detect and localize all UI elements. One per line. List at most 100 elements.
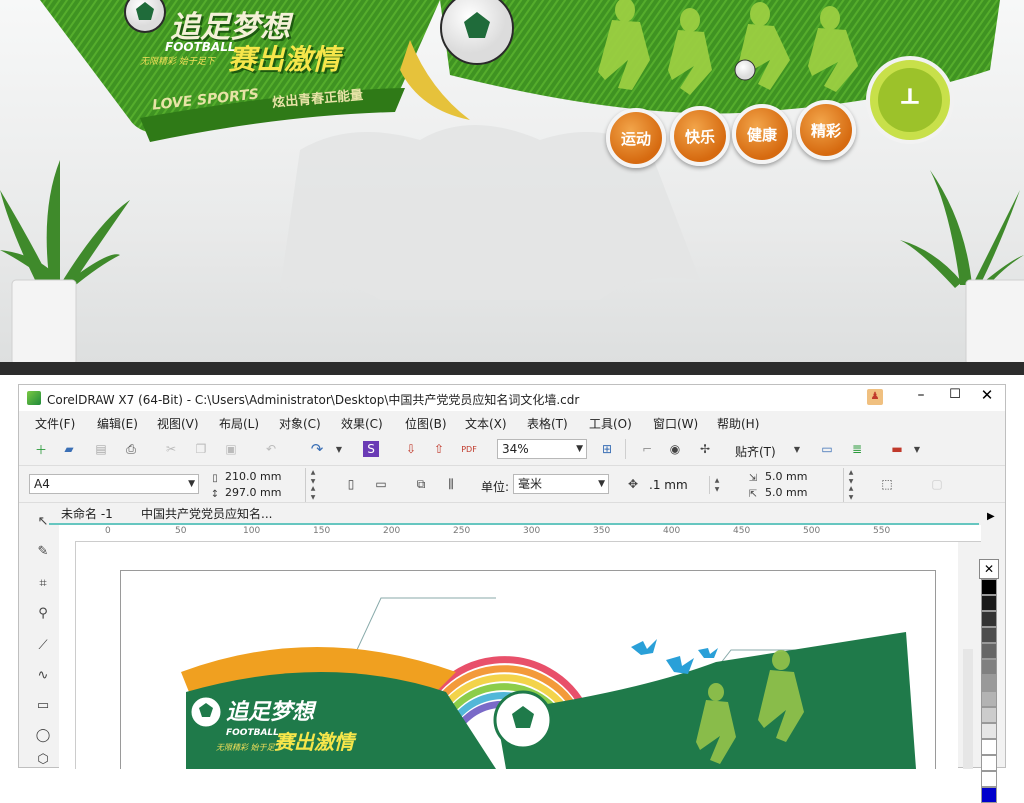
canvas-title-main: 追足梦想 <box>226 700 315 725</box>
wall-render-preview: ᚆ 追足梦想 FOOTBALL 赛出激情 无限精彩 始于足下 LOVE SPOR… <box>0 0 1024 375</box>
vertical-scrollbar[interactable] <box>963 649 973 769</box>
zoom-level-select[interactable]: 34% ▼ <box>497 439 587 459</box>
title-bar: CorelDRAW X7 (64-Bit) - C:\Users\Adminis… <box>19 385 1005 411</box>
import-icon[interactable]: ⇩ <box>401 439 421 459</box>
menu-effects[interactable]: 效果(C) <box>341 415 383 432</box>
palette-swatch[interactable] <box>981 691 997 707</box>
canvas-slogan-small: 无限精彩 始于足下 <box>216 743 283 752</box>
palette-swatch[interactable] <box>981 643 997 659</box>
palette-swatch[interactable] <box>981 787 997 803</box>
toolbar-separator <box>625 439 626 459</box>
disabled-option-icon: ▢ <box>931 477 943 491</box>
print-icon[interactable]: ⎙ <box>121 439 141 459</box>
render-pill-1: 运动 <box>606 108 666 168</box>
nudge-spinner[interactable]: ▲ ▼ <box>709 476 724 494</box>
artistic-media-icon[interactable]: ∿ <box>31 663 55 687</box>
undo-icon[interactable]: ↶ <box>261 439 281 459</box>
landscape-icon[interactable]: ▭ <box>371 474 391 494</box>
publish-pdf-icon[interactable]: PDF <box>459 439 479 459</box>
show-guidelines-icon[interactable]: ✢ <box>695 439 715 459</box>
page-width-value[interactable]: 210.0 mm <box>225 470 281 483</box>
menu-window[interactable]: 窗口(W) <box>653 415 698 432</box>
cut-icon[interactable]: ✂ <box>161 439 181 459</box>
coreldraw-window: CorelDRAW X7 (64-Bit) - C:\Users\Adminis… <box>18 384 1006 803</box>
treat-as-filled-icon[interactable]: ⬚ <box>877 474 897 494</box>
paste-icon[interactable]: ▣ <box>221 439 241 459</box>
user-icon[interactable]: ♟ <box>867 389 883 405</box>
launcher-dropdown-icon[interactable]: ▼ <box>907 439 927 459</box>
menu-help[interactable]: 帮助(H) <box>717 415 759 432</box>
maximize-icon[interactable]: ☐ <box>945 387 965 407</box>
page-size-select[interactable]: A4 ▼ <box>29 474 199 494</box>
rectangle-tool-icon[interactable]: ▭ <box>31 693 55 717</box>
all-pages-icon[interactable]: ⧉ <box>411 474 431 494</box>
snap-dropdown-arrow-icon[interactable]: ▼ <box>787 439 807 459</box>
units-select[interactable]: 毫米 ▼ <box>513 474 609 494</box>
menu-file[interactable]: 文件(F) <box>35 415 75 432</box>
drawing-canvas[interactable]: 追足梦想 FOOTBALL 赛出激情 无限精彩 始于足下 <box>76 542 958 769</box>
ruler-tick: 100 <box>243 526 261 536</box>
menu-edit[interactable]: 编辑(E) <box>97 415 138 432</box>
redo-icon[interactable]: ↷ <box>307 439 327 459</box>
palette-swatch[interactable] <box>981 739 997 755</box>
palette-swatch[interactable] <box>981 723 997 739</box>
height-spinner[interactable]: ▲ ▼ <box>305 484 320 502</box>
save-icon[interactable]: ▤ <box>91 439 111 459</box>
launcher-icon[interactable]: ▬ <box>887 439 907 459</box>
redo-dropdown-icon[interactable]: ▼ <box>329 439 349 459</box>
snap-to-dropdown[interactable]: 贴齐(T) <box>735 443 776 460</box>
tabs-scroll-right-icon[interactable]: ▶ <box>987 511 995 522</box>
portrait-icon[interactable]: ▯ <box>341 474 361 494</box>
pick-tool-icon[interactable]: ↖ <box>31 509 55 533</box>
palette-swatch[interactable] <box>981 755 997 771</box>
view-eye-icon[interactable]: ◉ <box>665 439 685 459</box>
minimize-icon[interactable]: – <box>911 387 931 407</box>
palette-swatch[interactable] <box>981 675 997 691</box>
menu-bitmaps[interactable]: 位图(B) <box>405 415 447 432</box>
crop-tool-icon[interactable]: ⌗ <box>31 571 55 595</box>
no-color-swatch[interactable]: ✕ <box>979 559 999 579</box>
shape-tool-icon[interactable]: ✎ <box>31 539 55 563</box>
palette-swatch[interactable] <box>981 595 997 611</box>
copy-icon[interactable]: ❐ <box>191 439 211 459</box>
ruler-tick: 550 <box>873 526 891 536</box>
page-height-value[interactable]: 297.0 mm <box>225 486 281 499</box>
tab-culture-wall[interactable]: 中国共产党党员应知名... <box>141 505 272 522</box>
render-pill-2: 快乐 <box>670 106 730 166</box>
ellipse-tool-icon[interactable]: ◯ <box>31 723 55 747</box>
tab-untitled[interactable]: 未命名 -1 <box>61 505 113 522</box>
menu-layout[interactable]: 布局(L) <box>219 415 259 432</box>
standard-toolbar: ＋ ▰ ▤ ⎙ ✂ ❐ ▣ ↶ ↷ ▼ S ⇩ ⇧ PDF 34% ▼ ⊞ ⌐ ◉… <box>19 435 1005 463</box>
duplicate-y-icon: ⇱ <box>748 488 758 500</box>
options-icon[interactable]: ▭ <box>817 439 837 459</box>
current-page-icon[interactable]: ⫼ <box>441 474 461 494</box>
search-content-icon[interactable]: S <box>363 441 379 457</box>
menu-tools[interactable]: 工具(O) <box>589 415 632 432</box>
zoom-tool-icon[interactable]: ⚲ <box>31 601 55 625</box>
full-screen-icon[interactable]: ⊞ <box>597 439 617 459</box>
align-icon[interactable]: ≣ <box>847 439 867 459</box>
menu-object[interactable]: 对象(C) <box>279 415 321 432</box>
duplicate-y-value[interactable]: 5.0 mm <box>765 486 807 499</box>
new-document-icon[interactable]: ＋ <box>31 439 51 459</box>
menu-text[interactable]: 文本(X) <box>465 415 507 432</box>
freehand-tool-icon[interactable]: ⟋ <box>31 633 55 657</box>
palette-swatch[interactable] <box>981 659 997 675</box>
palette-swatch[interactable] <box>981 771 997 787</box>
export-icon[interactable]: ⇧ <box>429 439 449 459</box>
show-rulers-icon[interactable]: ⌐ <box>637 439 657 459</box>
menu-table[interactable]: 表格(T) <box>527 415 568 432</box>
palette-swatch[interactable] <box>981 611 997 627</box>
nudge-distance-value[interactable]: .1 mm <box>649 478 688 492</box>
duplicate-x-value[interactable]: 5.0 mm <box>765 470 807 483</box>
dup-y-spinner[interactable]: ▲ ▼ <box>843 484 858 502</box>
palette-swatch[interactable] <box>981 707 997 723</box>
close-icon[interactable]: ✕ <box>977 386 997 406</box>
palette-swatch[interactable] <box>981 579 997 595</box>
open-folder-icon[interactable]: ▰ <box>59 439 79 459</box>
ruler-tick: 500 <box>803 526 821 536</box>
menu-view[interactable]: 视图(V) <box>157 415 199 432</box>
ruler-tick: 350 <box>593 526 611 536</box>
palette-swatch[interactable] <box>981 627 997 643</box>
polygon-tool-icon[interactable]: ⬡ <box>31 747 55 771</box>
